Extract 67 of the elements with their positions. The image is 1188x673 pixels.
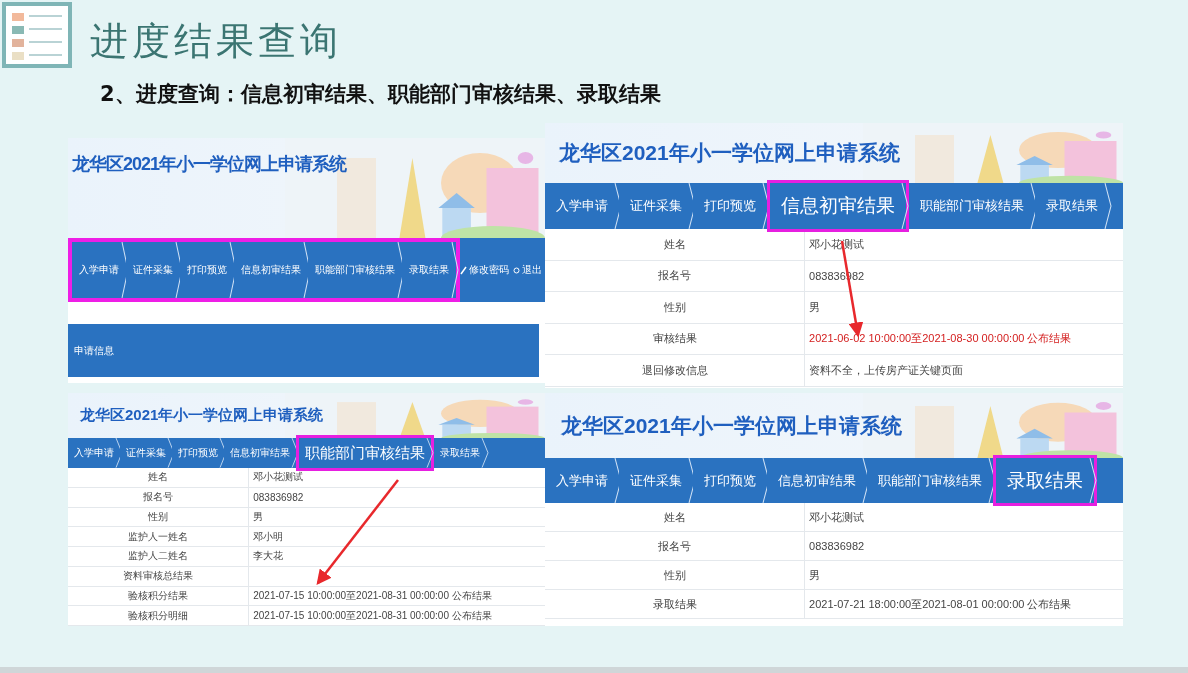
field-value: 083836982 — [808, 539, 866, 554]
field-label: 报名号 — [545, 260, 806, 291]
field-label: 性别 — [545, 292, 806, 323]
field-value: 邓小花测试 — [252, 470, 305, 485]
nav-tab[interactable]: 打印预览 — [693, 183, 767, 229]
pencil-icon — [460, 265, 467, 275]
field-label: 审核结果 — [545, 323, 806, 354]
system-title: 龙华区2021年小一学位网上申请系统 — [71, 153, 347, 176]
field-value: 2021-06-02 10:00:00至2021-08-30 00:00:00 公布结果 — [808, 331, 1073, 347]
power-icon — [513, 265, 520, 275]
field-label: 验核积分结果 — [68, 586, 250, 606]
field-label: 姓名 — [68, 468, 250, 487]
field-value: 男 — [252, 509, 265, 524]
field-label: 监护人二姓名 — [68, 547, 250, 566]
field-label: 性别 — [68, 507, 250, 527]
chevron-icon — [901, 183, 909, 229]
field-value: 李大花 — [252, 549, 285, 564]
field-value: 资料不全，上传房产证关键页面 — [808, 362, 965, 378]
nav-tab[interactable]: 证件采集 — [619, 458, 693, 503]
nav-tab[interactable]: 信息初审结果 — [767, 458, 867, 503]
field-value: 邓小花测试 — [808, 509, 866, 525]
chevron-icon — [1089, 458, 1097, 503]
field-label: 报名号 — [545, 532, 806, 560]
field-value: 邓小明 — [252, 529, 285, 544]
nav-tab[interactable]: 证件采集 — [120, 438, 172, 468]
field-value: 男 — [808, 567, 822, 583]
nav-tab[interactable]: 职能部门审核结果 — [867, 458, 993, 503]
edit-password-link[interactable]: 修改密码 — [460, 263, 509, 277]
chevron-icon — [426, 438, 434, 468]
field-label: 姓名 — [545, 229, 806, 260]
chevron-icon — [451, 242, 459, 298]
nav-tab[interactable]: 打印预览 — [180, 242, 234, 298]
nav-tab[interactable]: 证件采集 — [126, 242, 180, 298]
chevron-icon — [481, 438, 489, 468]
field-label: 验核积分明细 — [68, 606, 250, 625]
field-value: 男 — [808, 299, 822, 315]
system-title: 龙华区2021年小一学位网上申请系统 — [558, 140, 900, 166]
nav-tab[interactable]: 录取结果 — [402, 242, 456, 298]
field-label: 资料审核总结果 — [68, 566, 250, 586]
field-label: 退回修改信息 — [545, 355, 806, 386]
field-label: 监护人一姓名 — [68, 527, 250, 546]
field-label: 姓名 — [545, 503, 806, 531]
field-value: 083836982 — [252, 490, 305, 505]
field-label: 报名号 — [68, 487, 250, 507]
slide-title: 进度结果查询 — [90, 18, 342, 65]
clipboard-icon — [2, 2, 72, 68]
nav-tab[interactable]: 打印预览 — [172, 438, 224, 468]
nav-tab[interactable]: 职能部门审核结果 — [296, 435, 434, 471]
field-value: 2021-07-15 10:00:00至2021-08-31 00:00:00 公布结果 — [252, 608, 493, 623]
slide-subtitle: 2、进度查询：信息初审结果、职能部门审核结果、录取结果 — [100, 81, 662, 108]
nav-tab[interactable]: 打印预览 — [693, 458, 767, 503]
system-title: 龙华区2021年小一学位网上申请系统 — [79, 406, 324, 426]
nav-tab[interactable]: 信息初审结果 — [234, 242, 308, 298]
logout-link[interactable]: 退出 — [513, 263, 542, 277]
nav-tab[interactable]: 录取结果 — [993, 455, 1097, 506]
nav-tab[interactable]: 录取结果 — [1035, 183, 1109, 229]
nav-tab[interactable]: 信息初审结果 — [767, 180, 909, 232]
field-value: 2021-07-21 18:00:00至2021-08-01 00:00:00 公布结果 — [808, 596, 1073, 612]
field-label: 性别 — [545, 561, 806, 589]
field-label: 录取结果 — [545, 590, 806, 618]
nav-tab[interactable]: 证件采集 — [619, 183, 693, 229]
chevron-icon — [1104, 183, 1112, 229]
system-title: 龙华区2021年小一学位网上申请系统 — [560, 412, 902, 439]
nav-tab[interactable]: 信息初审结果 — [224, 438, 296, 468]
nav-tab[interactable]: 职能部门审核结果 — [308, 242, 402, 298]
field-value: 2021-07-15 10:00:00至2021-08-31 00:00:00 公布结果 — [252, 588, 493, 603]
section-header: 申请信息 — [68, 324, 539, 377]
